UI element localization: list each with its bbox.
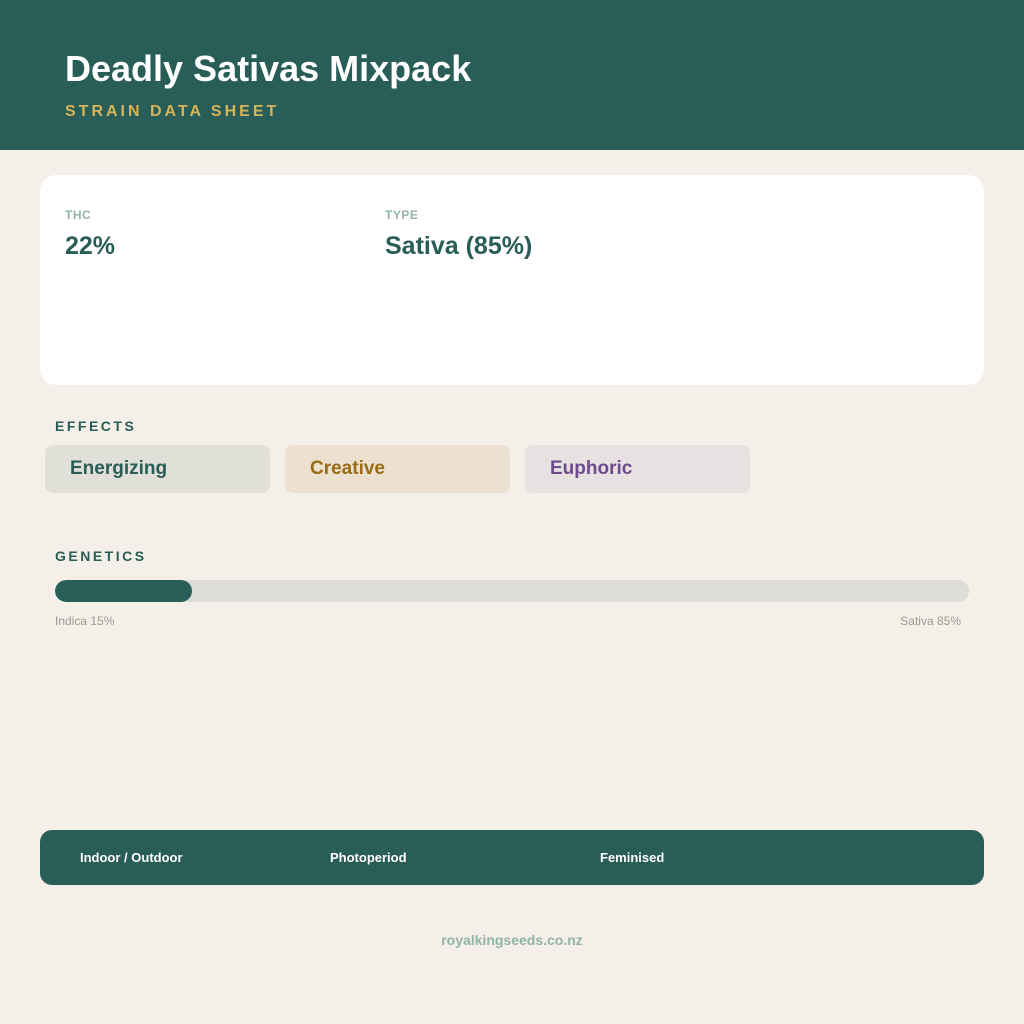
genetics-bar xyxy=(55,580,969,602)
thc-stat: THC 22% xyxy=(65,208,115,261)
indica-fill xyxy=(55,580,193,602)
type-value: Sativa (85%) xyxy=(385,232,533,260)
indica-label: Indica 15% xyxy=(55,614,115,628)
genetics-heading: GENETICS xyxy=(55,548,147,564)
sativa-label: Sativa 85% xyxy=(900,614,961,628)
header-banner: Deadly Sativas Mixpack STRAIN DATA SHEET xyxy=(0,0,1024,150)
thc-label: THC xyxy=(65,208,92,222)
effects-heading: EFFECTS xyxy=(55,418,137,434)
page-title: Deadly Sativas Mixpack xyxy=(65,48,472,89)
thc-value: 22% xyxy=(65,232,116,260)
stats-card: THC 22% TYPE Sativa (85%) xyxy=(40,175,984,385)
website-link[interactable]: royalkingseeds.co.nz xyxy=(0,932,1024,948)
page-subtitle: STRAIN DATA SHEET xyxy=(65,103,280,120)
effect-chip-energizing: Energizing xyxy=(45,445,270,493)
seed-sex: Feminised xyxy=(600,850,665,865)
grow-environment: Indoor / Outdoor xyxy=(80,850,183,865)
type-stat: TYPE Sativa (85%) xyxy=(385,208,532,261)
effect-chip-creative: Creative xyxy=(285,445,510,493)
type-label: TYPE xyxy=(385,208,419,222)
flowering-type: Photoperiod xyxy=(330,850,407,865)
effect-chip-euphoric: Euphoric xyxy=(525,445,750,493)
grow-info-bar: Indoor / Outdoor Photoperiod Feminised xyxy=(40,830,984,885)
